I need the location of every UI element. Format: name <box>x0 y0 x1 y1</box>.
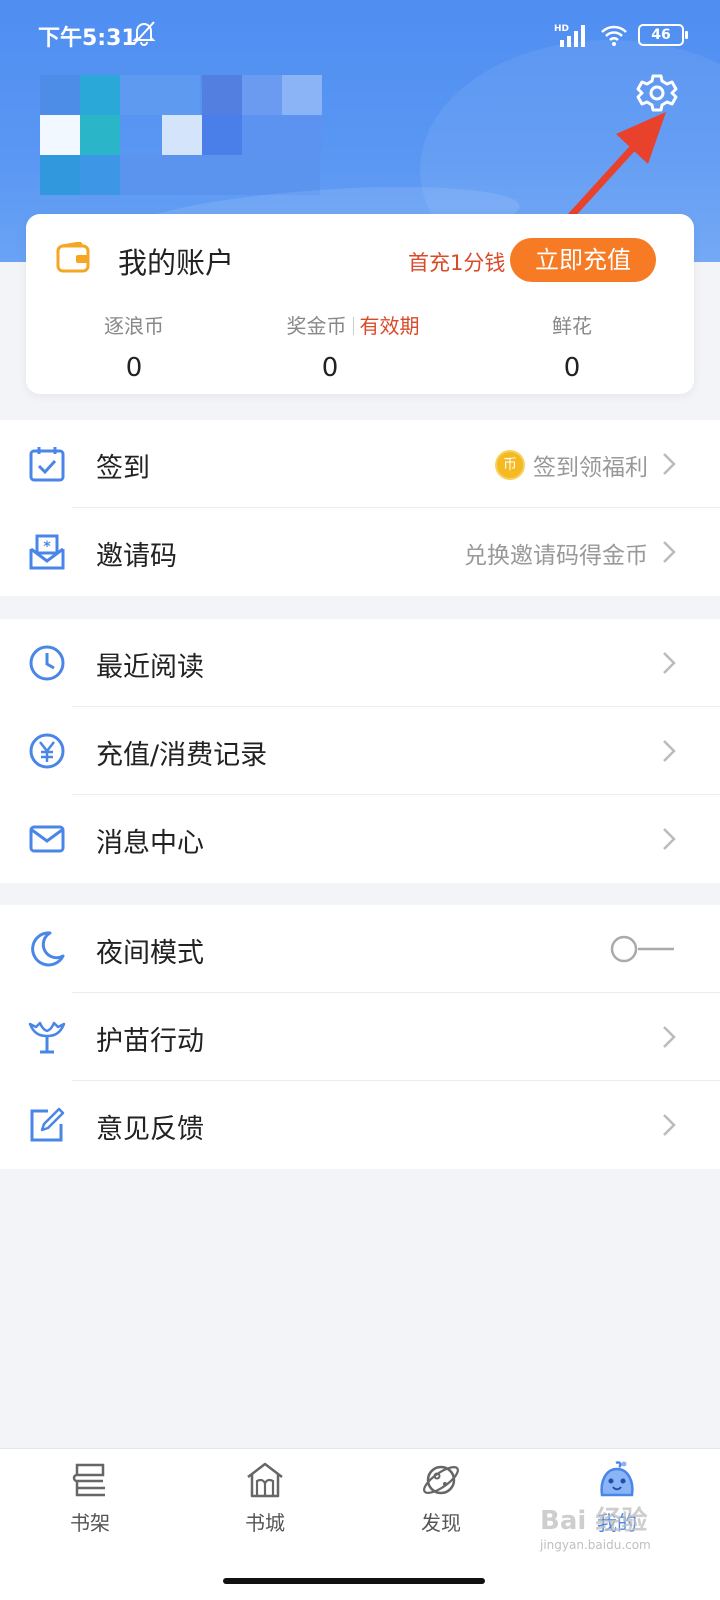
nav-tab-bookshelf[interactable]: 书架 <box>30 1459 150 1536</box>
signal-icon: HD <box>554 24 585 47</box>
stat-zhulang-coin[interactable]: 逐浪币 0 <box>86 310 182 383</box>
stat-flowers[interactable]: 鲜花 0 <box>532 310 612 383</box>
sprout-icon <box>28 1021 66 1054</box>
validity-link[interactable]: 有效期 <box>360 314 420 338</box>
menu-item-label: 消息中心 <box>96 828 204 859</box>
avatar[interactable] <box>40 75 340 195</box>
coin-icon: 币 <box>495 450 525 480</box>
menu-item-night-mode: 夜间模式 <box>0 905 720 993</box>
moon-icon <box>31 931 65 967</box>
menu-item-youth-protection[interactable]: 护苗行动 <box>0 993 720 1081</box>
nav-label: 书城 <box>245 1511 285 1535</box>
nav-label: 书架 <box>70 1511 110 1535</box>
menu-item-checkin[interactable]: 签到 币 签到领福利 <box>0 420 720 508</box>
menu-item-hint: 兑换邀请码得金币 <box>464 543 648 569</box>
stat-label: 鲜花 <box>552 314 592 338</box>
calendar-check-icon <box>29 447 65 482</box>
svg-text:HD: HD <box>554 24 569 34</box>
night-mode-toggle[interactable] <box>610 935 676 963</box>
stat-label: 逐浪币 <box>104 314 164 338</box>
menu-item-feedback[interactable]: 意见反馈 <box>0 1081 720 1169</box>
yuan-icon <box>29 733 65 769</box>
menu-group-records: 最近阅读 充值/消费记录 消息中心 <box>0 619 720 883</box>
chevron-right-icon <box>663 453 676 475</box>
nav-tab-bookstore[interactable]: 书城 <box>205 1459 325 1536</box>
edit-icon <box>30 1107 65 1142</box>
wallet-icon <box>56 242 90 273</box>
battery-indicator: 46 <box>638 24 688 46</box>
chevron-right-icon <box>663 1026 676 1048</box>
bookstore-icon <box>247 1462 283 1498</box>
chevron-right-icon <box>663 740 676 762</box>
status-bar: 下午5:31 HD 46 <box>0 0 720 70</box>
nav-tab-discover[interactable]: 发现 <box>381 1459 501 1536</box>
menu-group-rewards: 签到 币 签到领福利 * 邀请码 兑换邀请码得金币 <box>0 420 720 596</box>
menu-group-preferences: 夜间模式 护苗行动 意见反馈 <box>0 905 720 1169</box>
menu-item-recharge-records[interactable]: 充值/消费记录 <box>0 707 720 795</box>
home-indicator[interactable] <box>223 1578 485 1584</box>
chevron-right-icon <box>663 652 676 674</box>
profile-mascot-icon <box>600 1461 634 1497</box>
menu-item-invite-code[interactable]: * 邀请码 兑换邀请码得金币 <box>0 508 720 596</box>
menu-item-label: 邀请码 <box>96 541 177 572</box>
svg-text:*: * <box>43 539 51 555</box>
menu-item-label: 护苗行动 <box>96 1026 204 1057</box>
planet-icon <box>423 1465 459 1495</box>
stat-value: 0 <box>125 353 143 383</box>
bell-muted-icon <box>132 21 156 46</box>
chevron-right-icon <box>663 1114 676 1136</box>
chevron-right-icon <box>663 828 676 850</box>
menu-item-label: 夜间模式 <box>96 938 204 969</box>
nav-label: 发现 <box>421 1511 461 1535</box>
account-title: 我的账户 <box>118 246 235 280</box>
watermark-url: jingyan.baidu.com <box>540 1538 651 1552</box>
stat-value: 0 <box>563 353 581 383</box>
clock-icon <box>29 645 65 681</box>
stat-bonus-coin[interactable]: 奖金币 有效期 0 <box>260 310 446 383</box>
stat-value: 0 <box>321 353 339 383</box>
menu-item-label: 最近阅读 <box>96 652 204 683</box>
menu-item-label: 签到 <box>96 453 150 484</box>
menu-item-label: 意见反馈 <box>96 1114 204 1145</box>
bookshelf-icon <box>72 1463 105 1497</box>
menu-item-message-center[interactable]: 消息中心 <box>0 795 720 883</box>
status-time: 下午5:31 <box>38 26 137 51</box>
stat-divider <box>352 317 354 335</box>
menu-item-recent-reading[interactable]: 最近阅读 <box>0 619 720 707</box>
chevron-right-icon <box>663 541 676 563</box>
settings-gear-icon[interactable] <box>636 72 678 114</box>
stat-label: 奖金币 <box>286 314 347 338</box>
wifi-icon <box>601 25 627 46</box>
invite-envelope-icon: * <box>29 534 65 570</box>
recharge-button[interactable]: 立即充值 <box>510 238 656 282</box>
watermark: Bai 经验 <box>540 1506 648 1536</box>
account-card: 我的账户 首充1分钱 立即充值 逐浪币 0 奖金币 有效期 0 鲜花 0 <box>26 214 694 394</box>
first-charge-promo[interactable]: 首充1分钱 <box>408 247 505 277</box>
menu-item-hint: 签到领福利 <box>533 455 648 481</box>
menu-item-label: 充值/消费记录 <box>96 740 268 771</box>
mail-icon <box>29 825 65 853</box>
